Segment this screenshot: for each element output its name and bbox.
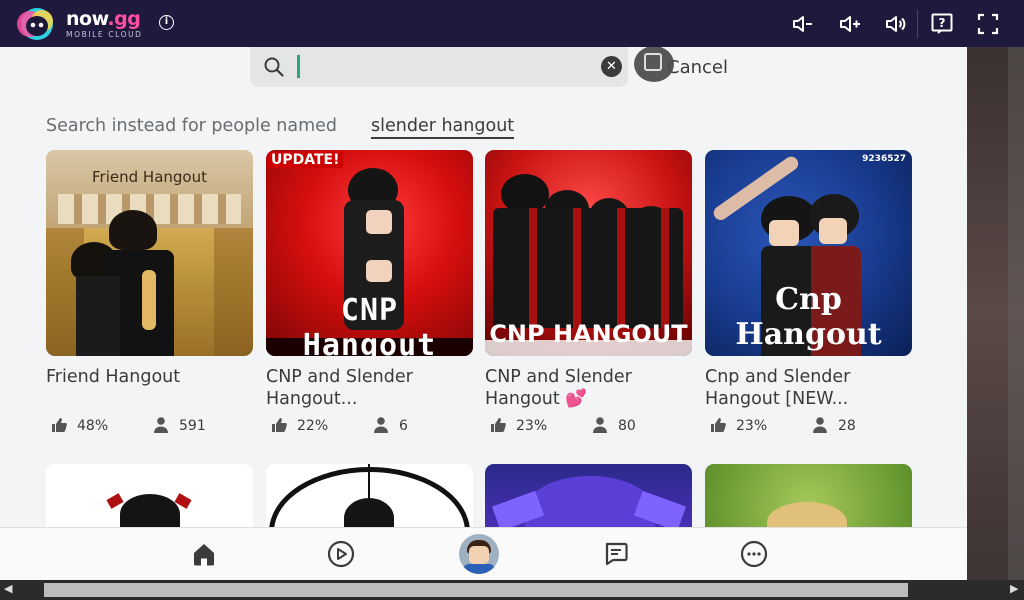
thumbnail-caption: Friend Hangout (92, 168, 207, 186)
like-ratio: 48% (77, 418, 109, 434)
character-face (769, 220, 799, 246)
thumbnail-caption: CNP HANGOUT (489, 320, 688, 348)
volume-up-icon[interactable] (838, 12, 862, 36)
scroll-left-icon[interactable]: ◀ (4, 582, 12, 595)
window-icon (644, 53, 662, 71)
scroll-right-icon[interactable]: ▶ (1010, 582, 1018, 595)
player-count: 6 (399, 418, 408, 434)
nowgg-topbar: now.gg MOBILE CLOUD i ? (0, 0, 1024, 47)
game-thumbnail[interactable]: 9236527 Cnp Hangout (705, 150, 912, 356)
thumbs-up-icon (272, 418, 287, 432)
avatar[interactable] (459, 534, 499, 574)
nowgg-logo-icon (17, 8, 53, 40)
like-ratio: 23% (516, 418, 548, 434)
floating-overlay-button[interactable] (634, 47, 674, 82)
game-title[interactable]: Cnp and Slender Hangout [NEW... (705, 366, 912, 410)
character-face (819, 218, 847, 244)
clear-search-icon[interactable]: ✕ (601, 56, 622, 77)
game-title[interactable]: CNP and Slender Hangout 💕 (485, 366, 692, 410)
character-arm (142, 270, 156, 330)
search-icon (264, 57, 284, 77)
info-icon[interactable]: i (159, 15, 174, 30)
roblox-search-page: ✕ Cancel Search instead for people named… (0, 47, 967, 580)
cancel-button[interactable]: Cancel (667, 57, 728, 78)
thumbs-up-icon (711, 418, 726, 432)
character-hair (525, 476, 655, 534)
search-people-link[interactable]: slender hangout (371, 116, 515, 139)
game-thumbnail[interactable] (266, 464, 473, 534)
thumbs-up-icon (491, 418, 506, 432)
scrollbar-track[interactable] (44, 583, 908, 597)
player-count: 28 (838, 418, 856, 434)
home-icon[interactable] (190, 540, 218, 568)
player-count: 80 (618, 418, 636, 434)
topbar-divider (917, 10, 918, 38)
player-icon (374, 417, 388, 433)
avatar-face (469, 546, 489, 564)
like-ratio: 22% (297, 418, 329, 434)
avatar-body (463, 564, 495, 574)
search-input[interactable] (250, 47, 628, 87)
game-thumbnail[interactable]: Friend Hangout (46, 150, 253, 356)
horizontal-scrollbar[interactable]: ◀ ▶ (0, 580, 1024, 600)
player-count: 591 (179, 418, 206, 434)
bottom-navigation (0, 527, 967, 580)
like-ratio: 23% (736, 418, 768, 434)
game-thumbnail[interactable] (485, 464, 692, 534)
game-thumbnail[interactable]: UPDATE! CNP Hangout (266, 150, 473, 356)
update-badge: UPDATE! (268, 152, 343, 168)
svg-text:?: ? (939, 16, 946, 30)
game-title[interactable]: Friend Hangout (46, 366, 253, 388)
thumbnail-caption: CNP Hangout (302, 293, 437, 356)
thumbnail-code: 9236527 (862, 154, 906, 164)
game-thumbnail[interactable] (705, 464, 912, 534)
text-caret (297, 55, 300, 78)
game-title[interactable]: CNP and Slender Hangout... (266, 366, 473, 410)
player-icon (154, 417, 168, 433)
chat-icon[interactable] (602, 540, 630, 568)
search-instead-text: Search instead for people named (46, 116, 338, 136)
game-thumbnail[interactable]: CNP HANGOUT (485, 150, 692, 356)
fullscreen-icon[interactable] (976, 12, 1000, 36)
volume-down-icon[interactable] (791, 12, 815, 36)
thumbs-up-icon (52, 418, 67, 432)
thumbnail-caption: Cnp Hangout (735, 282, 882, 352)
volume-icon[interactable] (884, 12, 908, 36)
character-face (366, 210, 392, 234)
character-hair (109, 210, 157, 250)
help-icon[interactable]: ? (930, 12, 954, 36)
brand-name: now.gg (66, 8, 141, 30)
player-icon (813, 417, 827, 433)
character-group (493, 208, 683, 328)
vertical-scrollbar[interactable] (1008, 47, 1024, 580)
character-face (366, 260, 392, 282)
player-icon (593, 417, 607, 433)
play-icon[interactable] (327, 540, 355, 568)
brand-subtitle: MOBILE CLOUD (66, 30, 143, 39)
game-thumbnail[interactable] (46, 464, 253, 534)
character-body (76, 276, 120, 356)
more-icon[interactable] (740, 540, 768, 568)
